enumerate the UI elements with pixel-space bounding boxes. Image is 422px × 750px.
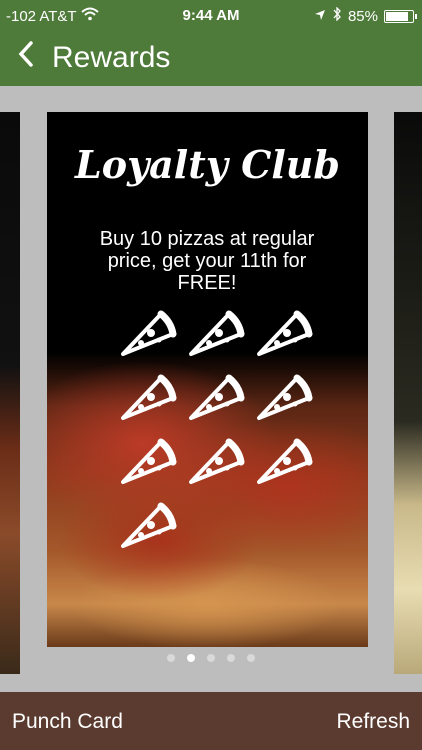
card-title: Loyalty Club <box>75 142 340 187</box>
refresh-button[interactable]: Refresh <box>336 710 410 734</box>
page-dot[interactable] <box>207 654 215 662</box>
punch-card-button[interactable]: Punch Card <box>12 710 123 734</box>
pizza-slice-icon <box>115 492 177 552</box>
page-title: Rewards <box>52 41 171 74</box>
pizza-slice-icon <box>115 364 177 424</box>
page-dot[interactable] <box>227 654 235 662</box>
page-indicator[interactable] <box>0 654 422 662</box>
bottom-toolbar: Punch Card Refresh <box>0 692 422 750</box>
previous-card-peek[interactable] <box>0 112 20 674</box>
page-dot[interactable] <box>187 654 195 662</box>
battery-percent: 85% <box>347 7 378 25</box>
location-arrow-icon <box>314 8 326 25</box>
page-dot[interactable] <box>167 654 175 662</box>
pizza-slice-icon <box>251 428 313 488</box>
page-dot[interactable] <box>247 654 255 662</box>
pizza-slice-icon <box>115 428 177 488</box>
battery-icon <box>384 9 417 23</box>
nav-bar: Rewards <box>0 32 422 86</box>
status-bar: -102 AT&T 9:44 AM 85% <box>0 0 422 32</box>
rewards-carousel[interactable]: Loyalty Club Buy 10 pizzas at regular pr… <box>0 86 422 692</box>
pizza-slice-icon <box>183 300 245 360</box>
back-button[interactable] <box>18 40 34 76</box>
chevron-left-icon <box>18 41 33 67</box>
card-description: Buy 10 pizzas at regular price, get your… <box>99 228 315 294</box>
pizza-slice-icon <box>115 300 177 360</box>
pizza-slice-icon <box>183 364 245 424</box>
next-card-peek[interactable] <box>394 112 422 674</box>
loyalty-card[interactable]: Loyalty Club Buy 10 pizzas at regular pr… <box>47 112 368 647</box>
pizza-slice-icon <box>251 364 313 424</box>
bluetooth-icon <box>332 6 342 25</box>
battery-fill <box>386 11 408 21</box>
pizza-slice-icon <box>183 428 245 488</box>
pizza-slice-icon <box>251 300 313 360</box>
